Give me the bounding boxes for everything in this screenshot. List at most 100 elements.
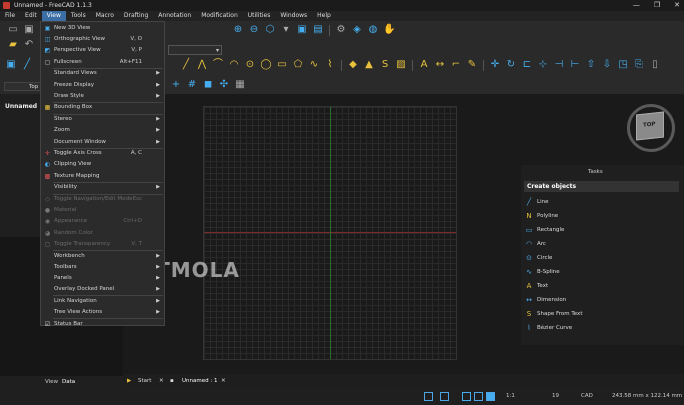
view-menu-item[interactable]: Overlay Docked Panel ▶ [41, 284, 164, 295]
task-polyline[interactable]: N Polyline [525, 210, 558, 222]
save-icon[interactable]: ▣ [23, 24, 35, 36]
view-menu-item[interactable]: Workbench ▶ [41, 251, 164, 262]
task-rectangle[interactable]: ▭ Rectangle [525, 224, 565, 236]
view-mode-icon[interactable] [486, 392, 495, 401]
close-icon[interactable]: ✕ [159, 378, 164, 384]
view-menu-item[interactable]: Visibility ▶ [41, 182, 164, 193]
open-folder-icon[interactable]: ▰ [7, 39, 19, 51]
view-menu-item[interactable]: ✛ Toggle Axis Cross A, C [41, 148, 164, 159]
view-menu-item[interactable]: Panels ▶ [41, 273, 164, 284]
submenu-arrow-icon: ▶ [156, 286, 160, 293]
working-plane-icon[interactable] [474, 392, 483, 401]
menu-utilities[interactable]: Utilities [243, 11, 276, 21]
view-menu-item[interactable]: Draw Style ▶ [41, 91, 164, 102]
menu-bar: File Edit View Tools Macro Drafting Anno… [0, 11, 684, 21]
navcube-face[interactable]: TOP [636, 111, 664, 141]
menu-macro[interactable]: Macro [91, 11, 119, 21]
menu-drafting[interactable]: Drafting [119, 11, 153, 21]
zoom-fit-icon[interactable]: ⊕ [232, 24, 244, 36]
snap-endpoint-icon[interactable]: ╱ [21, 59, 33, 71]
navigation-cube[interactable]: TOP [627, 98, 677, 158]
selection-icon[interactable]: ◈ [351, 24, 363, 36]
measure-icon[interactable]: ◍ [367, 24, 379, 36]
menu-file[interactable]: File [0, 11, 20, 21]
menu-view[interactable]: View [41, 11, 66, 21]
tab-data[interactable]: Data [62, 379, 75, 385]
layer-value[interactable]: 19 [552, 393, 559, 399]
view-menu-item[interactable]: ◩ Perspective View V, P [41, 45, 164, 56]
tree-document[interactable]: Unnamed [5, 103, 37, 110]
view-menu-item[interactable]: ◫ Orthographic View V, O [41, 34, 164, 45]
shortcut-label: V, P [131, 47, 142, 54]
view-menu-item-label: Toggle Navigation/Edit Mode [54, 196, 133, 202]
toggle-nav-icon: ◇ [45, 196, 50, 203]
task-text[interactable]: A Text [525, 280, 549, 292]
line-icon: ╱ [526, 198, 532, 206]
view-menu-item-label: Link Navigation [54, 297, 97, 304]
task-bezier-curve[interactable]: ⌇ Bézier Curve [525, 322, 572, 334]
bounding-box-icon: ▦ [44, 104, 51, 112]
task-dimension[interactable]: ↔ Dimension [525, 294, 566, 306]
transparency-icon: ▢ [44, 240, 51, 248]
view-menu-item[interactable]: ◐ Clipping View [41, 159, 164, 170]
material-icon: ● [44, 207, 51, 215]
menu-modification[interactable]: Modification [196, 11, 243, 21]
task-arc[interactable]: ◠ Arc [525, 238, 546, 250]
view-menu-item[interactable]: Freeze Display ▶ [41, 80, 164, 91]
minimize-button[interactable]: — [633, 1, 640, 9]
close-icon[interactable]: ✕ [221, 378, 226, 384]
tab-start[interactable]: Start [138, 378, 151, 384]
snap-lock-icon[interactable] [440, 392, 449, 401]
menu-windows[interactable]: Windows [275, 11, 312, 21]
snap-working-plane-icon[interactable]: ◼ [202, 79, 214, 91]
tasks-panel: Tasks Create objects ╱ Line N Polyline ▭ Re… [521, 165, 684, 345]
task-line[interactable]: ╱ Line [525, 196, 549, 208]
view-menu-item[interactable]: Tree View Actions ▶ [41, 307, 164, 318]
new-document-icon[interactable]: ▭ [7, 24, 19, 36]
view-menu-item[interactable]: Stereo ▶ [41, 114, 164, 125]
task-label: B-Spline [537, 269, 560, 275]
tab-unnamed[interactable]: Unnamed : 1 [182, 378, 217, 384]
task-shape-from-text[interactable]: S Shape From Text [525, 308, 583, 320]
view-menu-item[interactable]: ☑ Status Bar [41, 319, 164, 330]
snap-center-icon[interactable]: + [170, 79, 182, 91]
task-bspline[interactable]: ∿ B-Spline [525, 266, 560, 278]
menu-tools[interactable]: Tools [66, 11, 91, 21]
hand-icon[interactable]: ✋ [383, 24, 395, 36]
isometric-cube-icon[interactable]: ⬡ [264, 24, 276, 36]
view-menu-item[interactable]: Document Window ▶ [41, 137, 164, 148]
menu-help[interactable]: Help [312, 11, 336, 21]
view-menu-item[interactable]: ▢ Fullscreen Alt+F11 [41, 57, 164, 68]
view-menu-item[interactable]: Toolbars ▶ [41, 262, 164, 273]
view-menu-item[interactable]: Zoom ▶ [41, 125, 164, 136]
scale-value[interactable]: 1:1 [506, 393, 515, 399]
maximize-button[interactable]: ❐ [654, 1, 660, 9]
axis-cross-icon: ✛ [44, 150, 51, 158]
undo-icon[interactable]: ↶ [23, 39, 35, 51]
view-menu-item-label: Visibility [54, 184, 78, 191]
view-menu-item-label: Fullscreen [54, 58, 82, 65]
view-selector[interactable]: Top [4, 82, 44, 91]
grid-toggle-icon[interactable]: ▦ [234, 79, 246, 91]
view-menu-item[interactable]: ▩ Texture Mapping [41, 171, 164, 182]
constrain-icon[interactable] [462, 392, 471, 401]
view-menu-item[interactable]: ▣ New 3D View [41, 23, 164, 34]
view-menu-item[interactable]: Standard Views ▶ [41, 68, 164, 79]
top-view-icon[interactable]: ▣ [296, 24, 308, 36]
snap-grid-icon[interactable]: # [186, 79, 198, 91]
view-dropdown-icon[interactable]: ▾ [280, 24, 292, 36]
zoom-selection-icon[interactable]: ⊖ [248, 24, 260, 36]
front-view-icon[interactable]: ▤ [312, 24, 324, 36]
snap-dimensions-icon[interactable]: ✣ [218, 79, 230, 91]
menu-annotation[interactable]: Annotation [153, 11, 196, 21]
draw-style-icon[interactable]: ⚙ [335, 24, 347, 36]
grid-status-icon[interactable] [424, 392, 433, 401]
navigation-style[interactable]: CAD [581, 393, 593, 399]
lock-icon[interactable]: ▣ [5, 59, 17, 71]
close-button[interactable]: ✕ [674, 1, 680, 9]
menu-edit[interactable]: Edit [20, 11, 42, 21]
task-circle[interactable]: ⊙ Circle [525, 252, 552, 264]
view-menu-item[interactable]: Link Navigation ▶ [41, 296, 164, 307]
tab-view[interactable]: View [45, 379, 58, 385]
view-menu-item[interactable]: ▦ Bounding Box [41, 102, 164, 113]
